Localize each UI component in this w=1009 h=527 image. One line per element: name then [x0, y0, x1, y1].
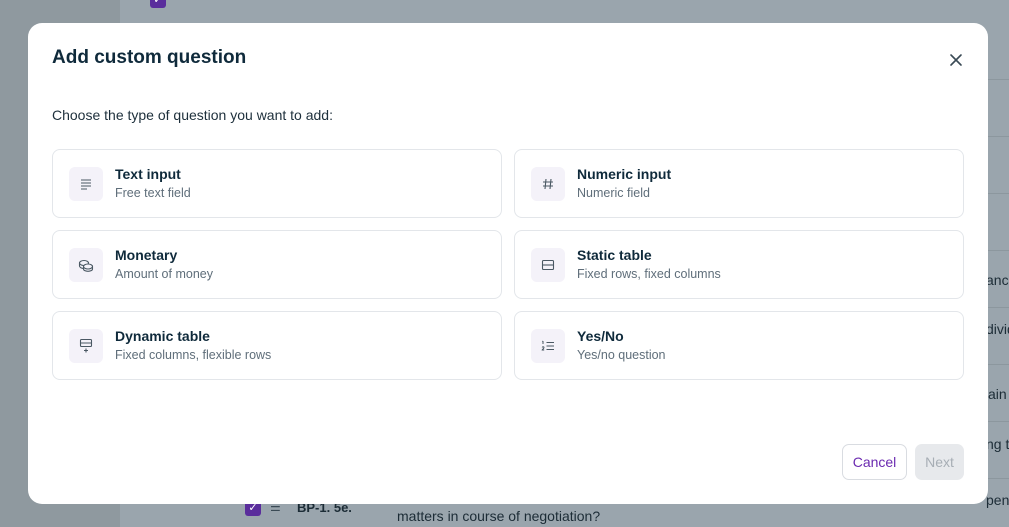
option-title: Yes/No — [577, 328, 624, 344]
text-lines-icon — [69, 167, 103, 201]
coins-icon — [69, 248, 103, 282]
next-button[interactable]: Next — [915, 444, 964, 480]
background-row-text: matters in course of negotiation? — [397, 508, 601, 524]
add-question-dialog: Add custom question Choose the type of q… — [28, 23, 988, 504]
option-text-input[interactable]: Text input Free text field — [52, 149, 502, 218]
cancel-button[interactable]: Cancel — [842, 444, 907, 480]
close-button[interactable] — [946, 50, 966, 70]
option-description: Fixed rows, fixed columns — [577, 267, 721, 281]
dialog-subtitle: Choose the type of question you want to … — [52, 107, 333, 123]
option-static-table[interactable]: Static table Fixed rows, fixed columns — [514, 230, 964, 299]
hash-icon — [531, 167, 565, 201]
option-description: Free text field — [115, 186, 191, 200]
background-checkbox: ✓ — [150, 0, 166, 8]
option-title: Text input — [115, 166, 181, 182]
table-icon — [531, 248, 565, 282]
option-title: Dynamic table — [115, 328, 210, 344]
background-fragment: ng to — [986, 436, 1009, 452]
option-title: Numeric input — [577, 166, 672, 182]
option-title: Static table — [577, 247, 652, 263]
table-add-row-icon — [69, 329, 103, 363]
option-monetary[interactable]: Monetary Amount of money — [52, 230, 502, 299]
option-description: Yes/no question — [577, 348, 666, 362]
background-fragment: divid — [986, 321, 1009, 337]
option-dynamic-table[interactable]: Dynamic table Fixed columns, flexible ro… — [52, 311, 502, 380]
option-title: Monetary — [115, 247, 178, 263]
background-fragment: pend — [986, 492, 1009, 508]
option-numeric-input[interactable]: Numeric input Numeric field — [514, 149, 964, 218]
numbered-list-icon — [531, 329, 565, 363]
option-description: Fixed columns, flexible rows — [115, 348, 272, 362]
close-icon — [950, 54, 962, 66]
background-fragment: ancia — [986, 272, 1009, 288]
background-fragment: ain — [988, 386, 1007, 402]
option-description: Amount of money — [115, 267, 213, 281]
option-description: Numeric field — [577, 186, 650, 200]
option-yes-no[interactable]: Yes/No Yes/no question — [514, 311, 964, 380]
dialog-title: Add custom question — [52, 47, 247, 68]
